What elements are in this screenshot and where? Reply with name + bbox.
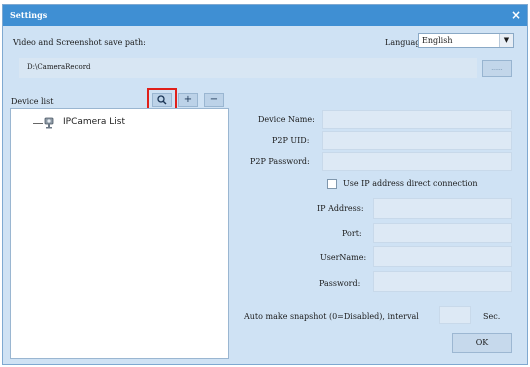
username-field[interactable]: [373, 246, 512, 267]
ip-address-label: IP Address:: [317, 204, 364, 213]
use-ip-checkbox[interactable]: [327, 179, 337, 189]
ip-address-field[interactable]: [373, 198, 512, 219]
password-field[interactable]: [373, 271, 512, 292]
remove-device-button[interactable]: −: [204, 93, 224, 107]
snapshot-interval-field[interactable]: [439, 306, 471, 324]
language-value: English: [422, 36, 453, 45]
password-label: Password:: [319, 279, 361, 288]
device-name-field[interactable]: [322, 110, 512, 129]
close-icon[interactable]: ×: [509, 5, 523, 26]
window-title: Settings: [3, 5, 527, 26]
tree-item-ipcamera-list[interactable]: IPCamera List: [63, 117, 125, 127]
tree-connector: [33, 123, 43, 124]
p2p-uid-field[interactable]: [322, 131, 512, 150]
p2p-password-label: P2P Password:: [250, 157, 310, 166]
port-field[interactable]: [373, 223, 512, 243]
snapshot-unit-label: Sec.: [483, 312, 501, 321]
add-device-button[interactable]: +: [178, 93, 198, 107]
ok-button[interactable]: OK: [452, 333, 512, 353]
save-path-label: Video and Screenshot save path:: [13, 38, 146, 47]
camera-icon: [44, 117, 54, 129]
save-path-value: D:\CameraRecord: [27, 63, 91, 71]
device-list-label: Device list: [11, 97, 54, 106]
snapshot-interval-label: Auto make snapshot (0=Disabled), interva…: [244, 312, 419, 321]
username-label: UserName:: [320, 253, 367, 262]
p2p-password-field[interactable]: [322, 152, 512, 171]
p2p-uid-label: P2P UID:: [272, 136, 310, 145]
save-path-field[interactable]: D:\CameraRecord: [19, 58, 477, 78]
port-label: Port:: [342, 229, 362, 238]
use-ip-label: Use IP address direct connection: [343, 179, 478, 188]
device-name-label: Device Name:: [258, 115, 315, 124]
language-select[interactable]: English ▼: [418, 33, 514, 48]
device-tree: IPCamera List: [10, 108, 229, 359]
chevron-down-icon[interactable]: ▼: [499, 34, 513, 47]
browse-button[interactable]: ......: [482, 60, 512, 77]
